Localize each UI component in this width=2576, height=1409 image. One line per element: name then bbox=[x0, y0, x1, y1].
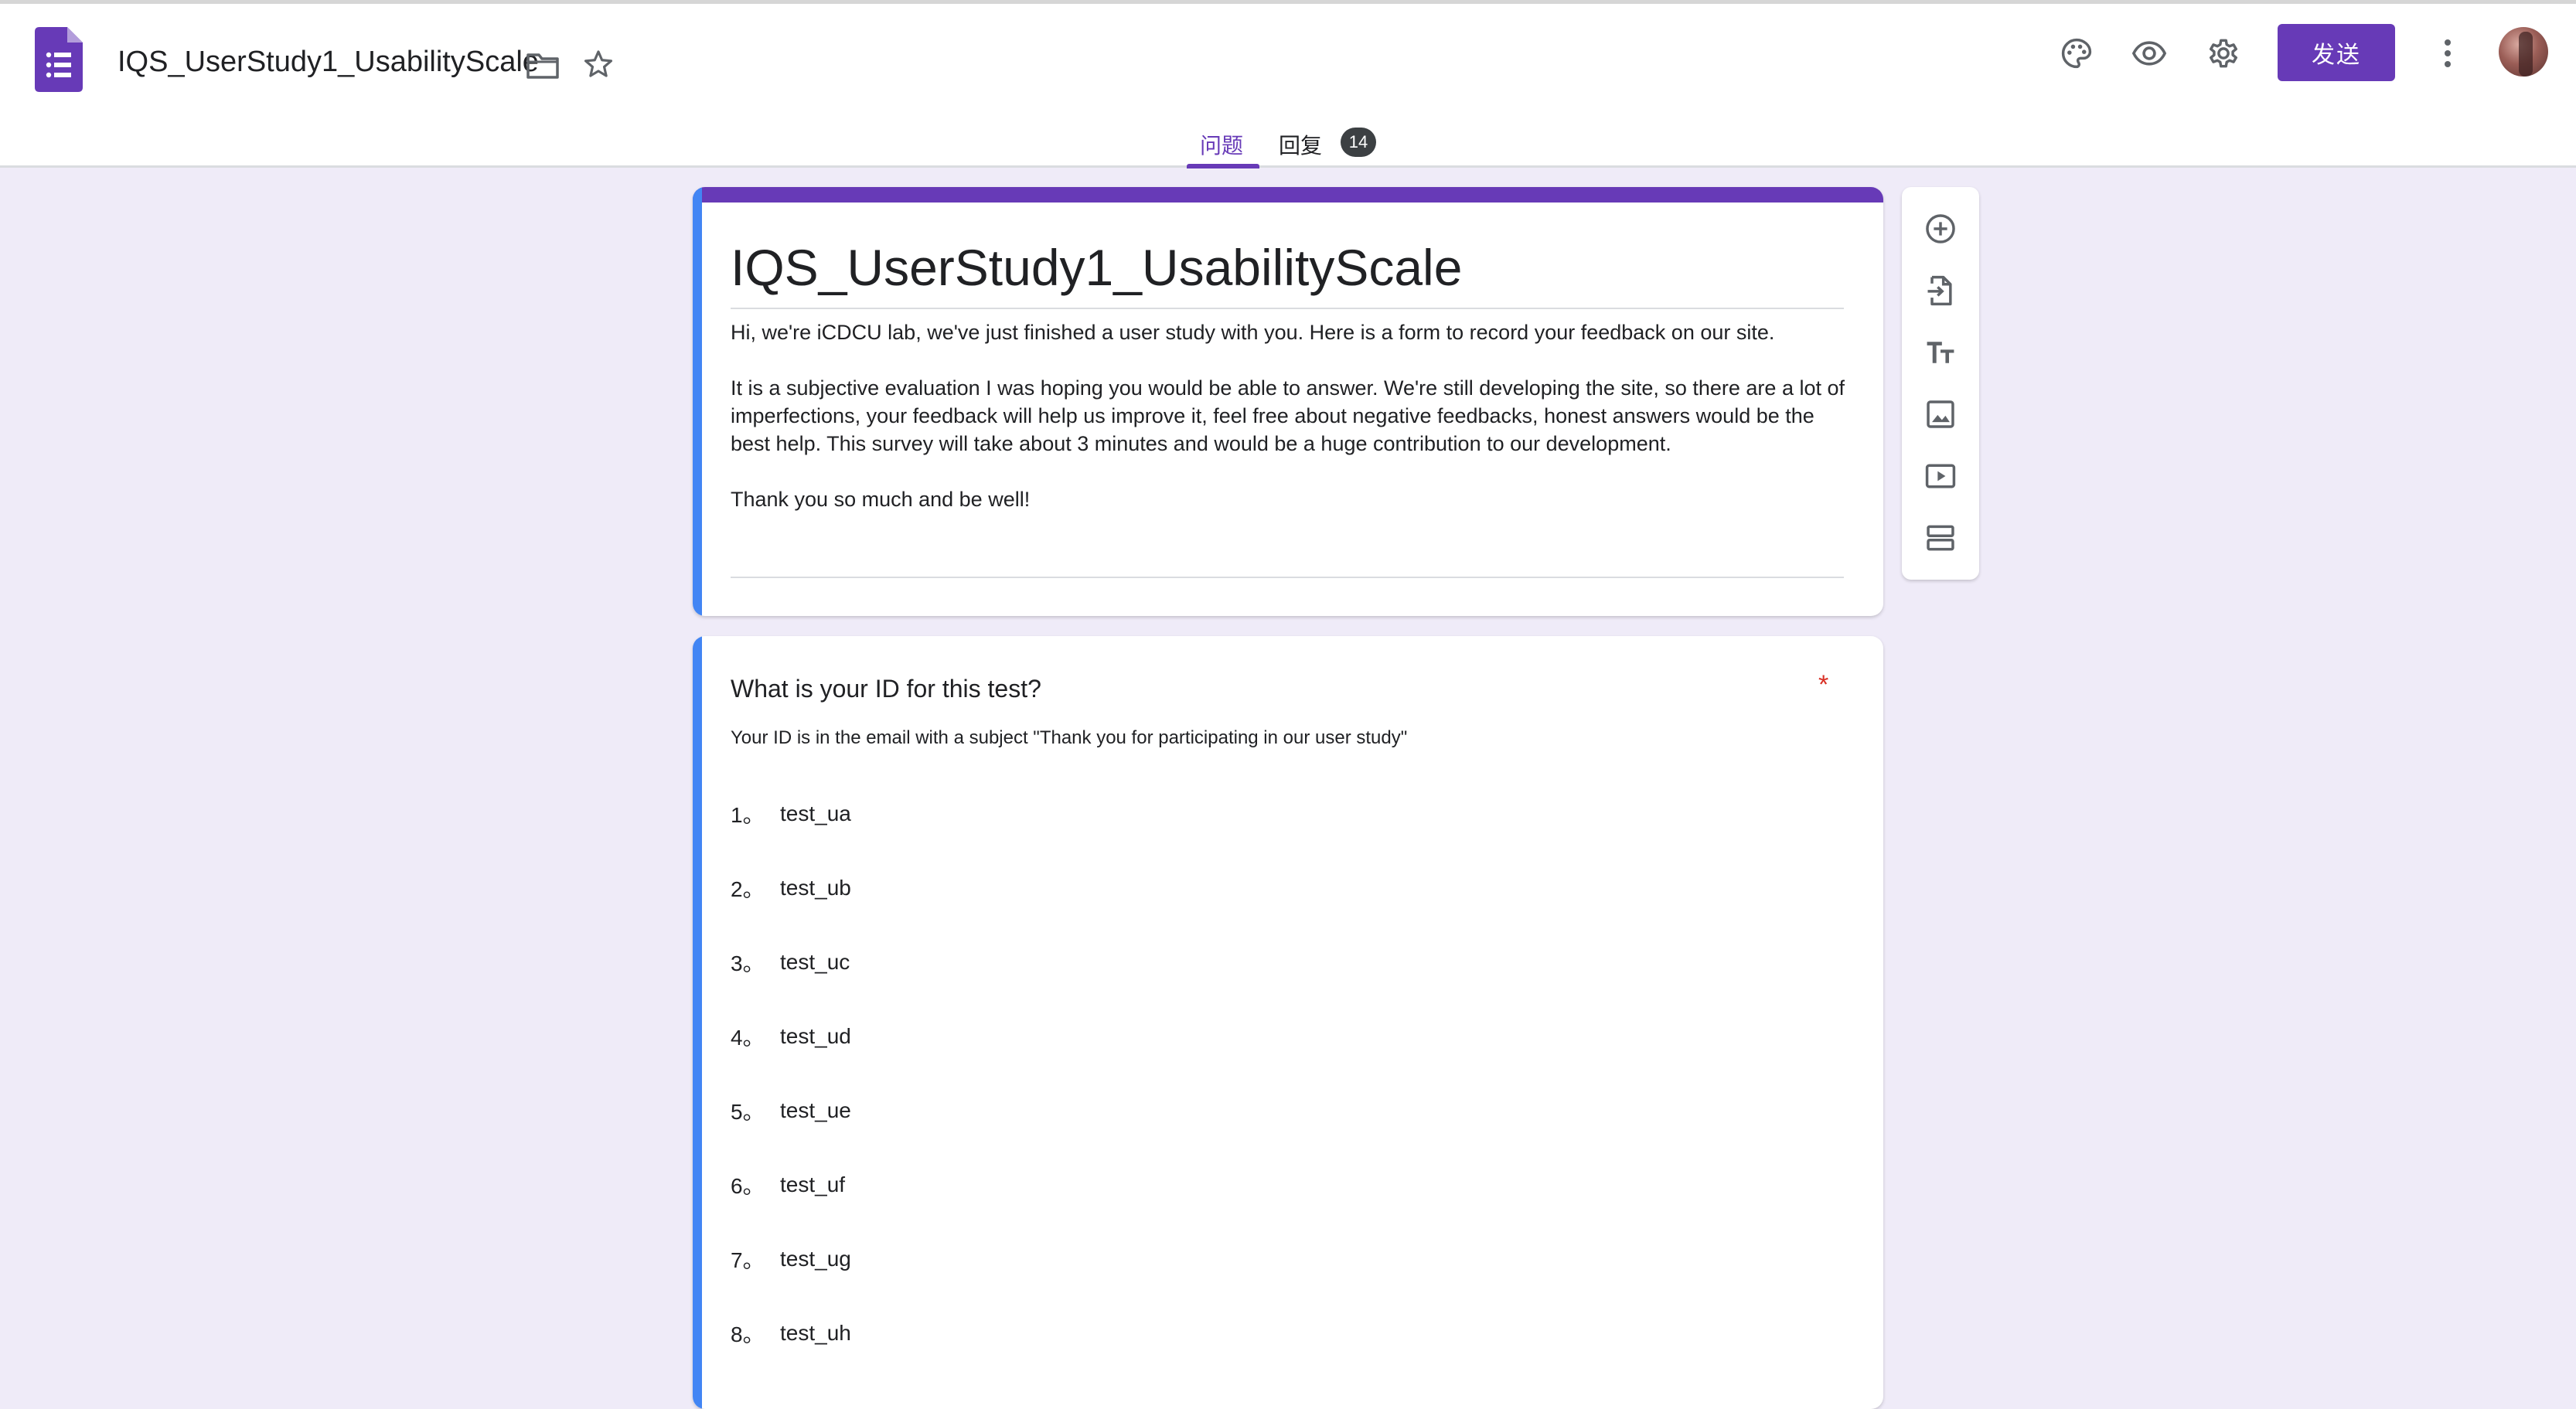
eye-icon[interactable] bbox=[2126, 30, 2172, 77]
option-item[interactable]: 2。 test_ub bbox=[731, 873, 851, 904]
title-text-icon[interactable] bbox=[1917, 329, 1964, 376]
responses-count-badge: 14 bbox=[1341, 128, 1376, 157]
option-label: test_ub bbox=[780, 876, 851, 900]
option-label: test_ug bbox=[780, 1247, 851, 1271]
option-number: 6。 bbox=[731, 1174, 765, 1198]
question-description[interactable]: Your ID is in the email with a subject "… bbox=[731, 727, 1407, 749]
question-title[interactable]: What is your ID for this test? bbox=[731, 675, 1041, 703]
option-number: 2。 bbox=[731, 877, 765, 901]
palette-icon[interactable] bbox=[2053, 30, 2100, 77]
option-item[interactable]: 1。 test_ua bbox=[731, 798, 851, 829]
floating-toolbar bbox=[1902, 187, 1979, 580]
option-label: test_ue bbox=[780, 1098, 851, 1122]
option-number: 7。 bbox=[731, 1248, 765, 1272]
title-underline bbox=[731, 308, 1844, 309]
theme-color-bar bbox=[693, 187, 1883, 203]
option-item[interactable]: 7。 test_ug bbox=[731, 1244, 851, 1275]
active-card-indicator bbox=[693, 636, 702, 1409]
option-number: 8。 bbox=[731, 1322, 765, 1346]
document-title[interactable]: IQS_UserStudy1_UsabilityScale bbox=[118, 41, 539, 83]
gear-icon[interactable] bbox=[2200, 30, 2247, 77]
option-label: test_ua bbox=[780, 801, 851, 825]
question-card[interactable]: What is your ID for this test? * Your ID… bbox=[693, 636, 1883, 1409]
option-label: test_uf bbox=[780, 1172, 846, 1196]
option-item[interactable]: 4。 test_ud bbox=[731, 1021, 851, 1052]
send-button[interactable]: 发送 bbox=[2278, 24, 2395, 81]
section-icon[interactable] bbox=[1917, 515, 1964, 561]
add-question-icon[interactable] bbox=[1917, 206, 1964, 252]
form-description[interactable]: Hi, we're iCDCU lab, we've just finished… bbox=[731, 318, 1852, 513]
avatar[interactable] bbox=[2499, 27, 2548, 77]
option-label: test_uh bbox=[780, 1321, 851, 1345]
active-card-indicator bbox=[693, 187, 702, 616]
option-number: 1。 bbox=[731, 803, 765, 827]
option-item[interactable]: 8。 test_uh bbox=[731, 1318, 851, 1349]
image-icon[interactable] bbox=[1917, 391, 1964, 437]
option-number: 3。 bbox=[731, 951, 765, 975]
tab-bar: 问题 回复 14 bbox=[0, 120, 2576, 168]
form-title-card[interactable]: IQS_UserStudy1_UsabilityScale Hi, we're … bbox=[693, 187, 1883, 616]
google-forms-icon[interactable] bbox=[35, 27, 83, 92]
option-number: 4。 bbox=[731, 1026, 765, 1050]
description-paragraph-1: Hi, we're iCDCU lab, we've just finished… bbox=[731, 321, 1775, 344]
active-tab-indicator bbox=[1187, 164, 1259, 168]
more-vert-icon[interactable] bbox=[2424, 30, 2471, 77]
star-icon[interactable] bbox=[575, 41, 622, 87]
app-header: IQS_UserStudy1_UsabilityScale 发送 问题 回复 1… bbox=[0, 4, 2576, 168]
tab-questions[interactable]: 问题 bbox=[1200, 129, 1243, 160]
form-title[interactable]: IQS_UserStudy1_UsabilityScale bbox=[731, 237, 1462, 298]
description-underline bbox=[731, 577, 1844, 578]
option-item[interactable]: 3。 test_uc bbox=[731, 947, 850, 978]
import-questions-icon[interactable] bbox=[1917, 267, 1964, 314]
required-mark: * bbox=[1818, 670, 1829, 699]
option-item[interactable]: 5。 test_ue bbox=[731, 1095, 851, 1126]
tab-responses[interactable]: 回复 bbox=[1279, 129, 1322, 160]
option-item[interactable]: 6。 test_uf bbox=[731, 1169, 845, 1200]
folder-icon[interactable] bbox=[520, 43, 566, 89]
video-icon[interactable] bbox=[1917, 453, 1964, 499]
option-label: test_uc bbox=[780, 950, 850, 974]
description-paragraph-3: Thank you so much and be well! bbox=[731, 488, 1031, 511]
option-label: test_ud bbox=[780, 1024, 851, 1048]
description-paragraph-2: It is a subjective evaluation I was hopi… bbox=[731, 376, 1845, 455]
option-number: 5。 bbox=[731, 1100, 765, 1124]
